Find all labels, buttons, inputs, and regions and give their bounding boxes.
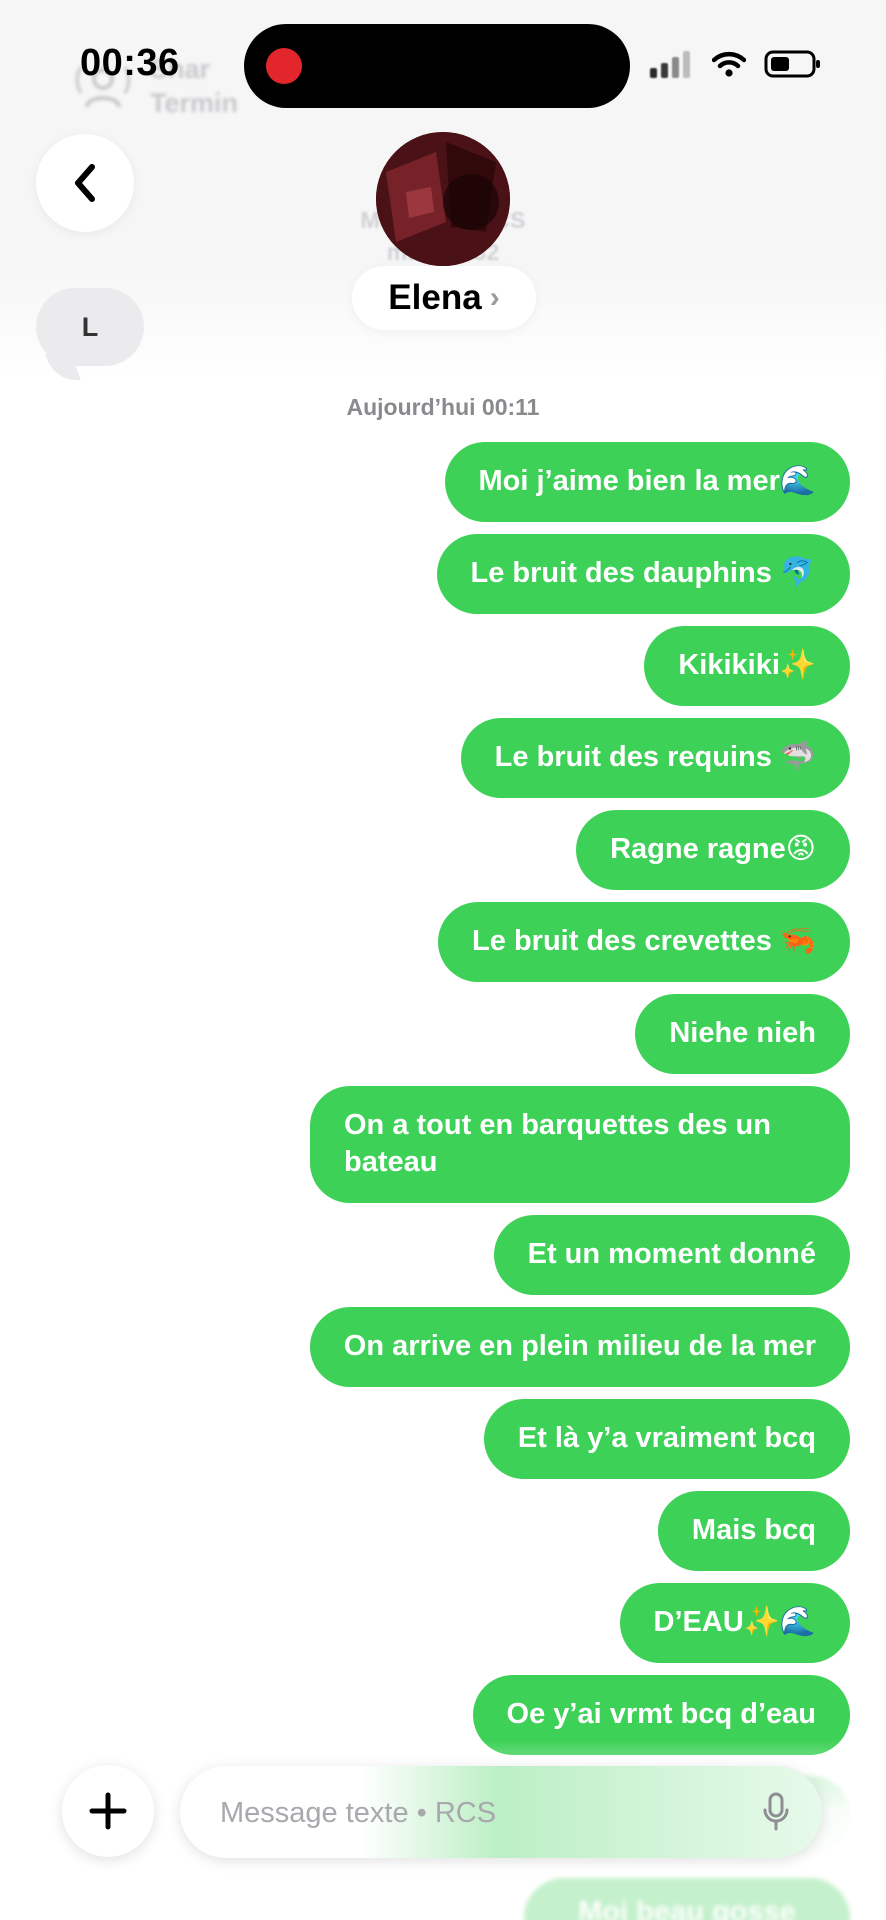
conversation-timestamp: Aujourd’hui 00:11	[346, 394, 540, 420]
message-composer[interactable]	[180, 1766, 822, 1858]
contact-name: Elena	[388, 278, 482, 317]
recording-indicator-icon	[266, 48, 302, 84]
outgoing-message-bubble[interactable]: Niehe nieh	[635, 994, 850, 1074]
outgoing-message-bubble[interactable]: D’EAU✨🌊	[619, 1583, 850, 1663]
status-bar: 00:36	[0, 0, 886, 130]
message-input[interactable]	[218, 1766, 722, 1858]
outgoing-message-bubble[interactable]: Et là y’a vraiment bcq	[483, 1399, 850, 1479]
avatar-photo	[376, 132, 510, 266]
cellular-signal-icon	[650, 51, 690, 78]
chevron-right-icon: ›	[489, 281, 500, 314]
outgoing-message-bubble[interactable]: On a tout en barquettes des un bateau	[310, 1086, 850, 1203]
add-attachment-button[interactable]	[62, 1765, 154, 1857]
contact-name-button[interactable]: Elena ›	[352, 266, 536, 330]
outgoing-message-bubble[interactable]: Le bruit des crevettes 🦐	[438, 902, 850, 982]
status-icons	[648, 50, 822, 78]
contact-avatar[interactable]	[376, 132, 510, 266]
back-button[interactable]	[36, 134, 134, 232]
status-time: 00:36	[80, 42, 180, 84]
outgoing-message-bubble-faded: Moi beau gosse	[524, 1878, 850, 1920]
outgoing-message-bubble[interactable]: Le bruit des dauphins 🐬	[436, 534, 850, 614]
microphone-icon	[763, 1792, 789, 1831]
outgoing-message-bubble[interactable]: Moi j’aime bien la mer🌊	[444, 442, 850, 522]
messages-screen: Shar Termin Messages RCS mar. 18:32 00:3…	[0, 0, 886, 1920]
outgoing-message-bubble[interactable]: Et un moment donné	[493, 1215, 850, 1295]
outgoing-message-bubble[interactable]: Mais bcq	[657, 1491, 850, 1571]
dynamic-island	[244, 24, 630, 108]
battery-icon	[764, 50, 820, 78]
chevron-left-icon	[75, 164, 95, 202]
incoming-message-bubble[interactable]: L	[36, 288, 144, 366]
outgoing-message-bubble[interactable]: Ragne ragne😡	[576, 810, 850, 890]
dictation-button[interactable]	[758, 1790, 794, 1834]
message-list: Moi j’aime bien la mer🌊 Le bruit des dau…	[110, 442, 850, 1767]
outgoing-message-bubble[interactable]: On arrive en plein milieu de la mer	[309, 1307, 850, 1387]
outgoing-message-bubble[interactable]: Le bruit des requins 🦈	[460, 718, 850, 798]
plus-icon	[89, 1792, 127, 1830]
wifi-icon	[712, 51, 746, 77]
outgoing-message-bubble[interactable]: Kikikiki✨	[644, 626, 850, 706]
